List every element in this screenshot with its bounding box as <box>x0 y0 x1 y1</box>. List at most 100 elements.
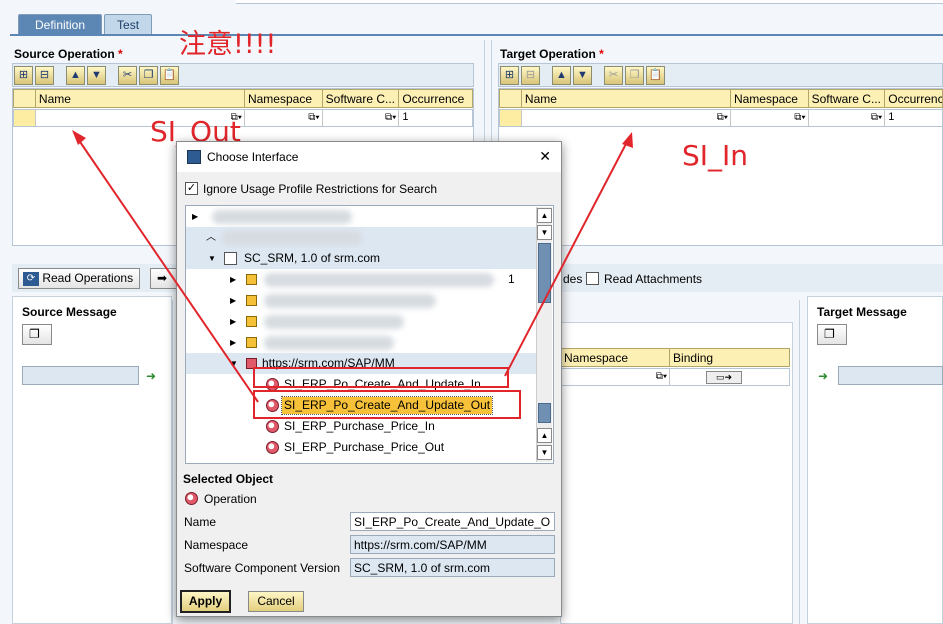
binding-button[interactable]: ▭➜ <box>706 371 743 384</box>
dialog-titlebar: Choose Interface ✕ <box>177 142 561 172</box>
tree-scrollbar[interactable]: ▲ ▼ ▲ ▼ <box>536 207 552 462</box>
target-message-button[interactable]: ❐ <box>817 324 847 345</box>
arrow-green-icon: ➜ <box>818 369 829 383</box>
tree-node-blurred[interactable]: ▶ <box>186 206 538 227</box>
interface-tree[interactable]: ▶ ︿ ▼ SC_SRM, 1.0 of srm.com ▶ 1 ▶ ▶ ▶ ▼… <box>185 205 554 464</box>
tree-node-blurred[interactable]: ︿ <box>186 227 538 248</box>
delete-row-icon[interactable]: ⊟ <box>35 66 54 85</box>
binding-cell[interactable]: ▭➜ <box>670 369 789 385</box>
scroll-down-icon[interactable]: ▲ <box>537 428 552 443</box>
refresh-icon: ⟳ <box>23 271 39 286</box>
cancel-button[interactable]: Cancel <box>248 591 304 612</box>
target-message-panel <box>807 296 943 624</box>
arrow-right-icon: ➡ <box>157 271 168 285</box>
scroll-top-icon[interactable]: ▲ <box>537 208 552 223</box>
value-help-icon[interactable]: ⧉▾ <box>794 112 805 123</box>
scroll-bottom-icon[interactable]: ▼ <box>537 445 552 460</box>
annotation-si-in: SI_In <box>682 139 749 172</box>
tab-test[interactable]: Test <box>104 14 153 35</box>
tree-node-namespace[interactable]: ▶ 1 <box>186 269 538 290</box>
apply-button[interactable]: Apply <box>180 590 231 613</box>
splitter-right[interactable] <box>799 300 807 624</box>
tab-definition[interactable]: Definition <box>18 14 103 35</box>
scroll-up-icon[interactable]: ▼ <box>537 225 552 240</box>
read-attachments-label: Read Attachments <box>604 272 703 286</box>
value-help-icon[interactable]: ⧉▾ <box>871 112 882 123</box>
col-name: Name <box>522 90 731 107</box>
swc-cell[interactable]: ⧉▾ <box>809 110 886 126</box>
tree-node-namespace[interactable]: ▶ <box>186 311 538 332</box>
value-help-icon[interactable]: ⧉▾ <box>656 371 667 382</box>
source-message-button[interactable]: ❐ <box>22 324 52 345</box>
value-help-icon[interactable]: ⧉▾ <box>308 112 319 123</box>
swcv-field: SC_SRM, 1.0 of srm.com <box>350 558 555 577</box>
insert-row-icon[interactable]: ⊞ <box>14 66 33 85</box>
row-selector[interactable] <box>14 110 36 126</box>
copy-icon[interactable]: ❐ <box>139 66 158 85</box>
occurrence-cell[interactable]: 1 <box>885 110 942 126</box>
source-grid-row: ⧉▾ ⧉▾ ⧉▾ 1 <box>13 109 473 127</box>
namespace-label: Namespace <box>184 538 249 552</box>
value-help-icon[interactable]: ⧉▾ <box>385 112 396 123</box>
namespace-cell[interactable]: ⧉▾ <box>561 369 671 385</box>
tree-node-operation[interactable]: SI_ERP_Purchase_Price_Out <box>186 437 538 458</box>
namespace-icon <box>246 337 257 348</box>
mapping-grid-header: Namespace Binding <box>560 348 790 367</box>
source-operation-title: Source Operation * <box>14 47 123 61</box>
source-message-panel <box>12 296 172 624</box>
namespace-cell[interactable]: ⧉▾ <box>245 110 323 126</box>
tree-node-operation-selected[interactable]: SI_ERP_Po_Create_And_Update_Out <box>186 395 538 416</box>
swc-cell[interactable]: ⧉▾ <box>323 110 400 126</box>
name-cell[interactable]: ⧉▾ <box>522 110 731 126</box>
tree-node-namespace-mm[interactable]: ▼ https://srm.com/SAP/MM <box>186 353 538 374</box>
ignore-usage-label: Ignore Usage Profile Restrictions for Se… <box>203 182 438 196</box>
namespace-field: https://srm.com/SAP/MM <box>350 535 555 554</box>
copy-icon: ❐ <box>29 327 40 341</box>
row-selector[interactable] <box>500 110 522 126</box>
dialog-app-icon <box>187 150 201 164</box>
move-up-icon[interactable]: ▲ <box>552 66 571 85</box>
operation-icon <box>185 492 198 505</box>
occurrence-cell[interactable]: 1 <box>399 110 472 126</box>
col-binding: Binding <box>673 351 714 365</box>
tree-node-namespace[interactable]: ▶ <box>186 332 538 353</box>
insert-row-icon[interactable]: ⊞ <box>500 66 519 85</box>
annotation-note: 注意!!!! <box>179 29 277 60</box>
read-attachments-checkbox[interactable] <box>586 272 599 285</box>
namespace-icon <box>246 274 257 285</box>
move-down-icon[interactable]: ▼ <box>573 66 592 85</box>
target-grid-row: ⧉▾ ⧉▾ ⧉▾ 1 <box>499 109 943 127</box>
move-down-icon[interactable]: ▼ <box>87 66 106 85</box>
target-toolbar: ⊞ ⊟ ▲ ▼ ✂ ❐ 📋 <box>500 66 665 85</box>
col-software-component: Software C... <box>809 90 886 107</box>
scroll-thumb[interactable] <box>538 243 551 303</box>
copy-icon[interactable]: ❐ <box>625 66 644 85</box>
delete-row-icon[interactable]: ⊟ <box>521 66 540 85</box>
target-message-field[interactable] <box>838 366 943 385</box>
tree-node-namespace[interactable]: ▶ <box>186 290 538 311</box>
next-button[interactable]: ➡ <box>150 268 178 289</box>
scroll-thumb-lower[interactable] <box>538 403 551 423</box>
value-help-icon[interactable]: ⧉▾ <box>717 112 728 123</box>
component-icon <box>224 252 237 265</box>
source-grid-header: Name Namespace Software C... Occurrence <box>13 89 473 108</box>
tree-node-operation[interactable]: SI_ERP_Po_Create_And_Update_In <box>186 374 538 395</box>
paste-icon[interactable]: 📋 <box>646 66 665 85</box>
selected-object-kind: Operation <box>204 492 257 506</box>
col-namespace: Namespace <box>245 90 323 107</box>
col-software-component: Software C... <box>323 90 400 107</box>
col-namespace: Namespace <box>731 90 809 107</box>
paste-icon[interactable]: 📋 <box>160 66 179 85</box>
cut-icon[interactable]: ✂ <box>118 66 137 85</box>
col-name: Name <box>36 90 245 107</box>
source-toolbar: ⊞ ⊟ ▲ ▼ ✂ ❐ 📋 <box>14 66 179 85</box>
read-operations-button[interactable]: ⟳ Read Operations <box>18 268 141 289</box>
cut-icon[interactable]: ✂ <box>604 66 623 85</box>
move-up-icon[interactable]: ▲ <box>66 66 85 85</box>
ignore-usage-checkbox[interactable]: ✓ <box>185 182 198 195</box>
close-icon[interactable]: ✕ <box>539 148 551 165</box>
tree-node-operation[interactable]: SI_ERP_Purchase_Price_In <box>186 416 538 437</box>
namespace-cell[interactable]: ⧉▾ <box>731 110 809 126</box>
tree-node-swcv[interactable]: ▼ SC_SRM, 1.0 of srm.com <box>186 248 538 269</box>
source-message-field[interactable] <box>22 366 139 385</box>
